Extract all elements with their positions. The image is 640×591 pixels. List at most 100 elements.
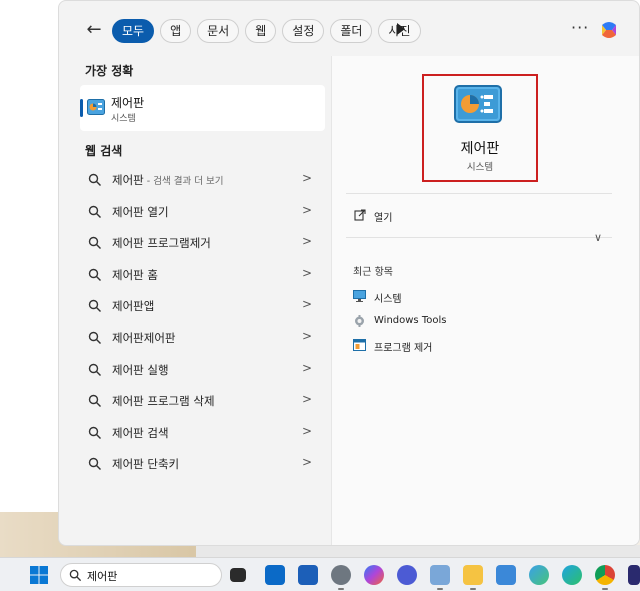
chevron-right-icon: > (302, 423, 313, 438)
running-indicator (338, 588, 344, 590)
search-icon (88, 205, 101, 218)
copilot-icon[interactable] (364, 565, 384, 585)
search-icon (88, 426, 101, 439)
web-search-list: 제어판 - 검색 결과 더 보기 > 제어판 열기 > 제어판 프로그램제거 >… (80, 164, 325, 480)
tab-folders[interactable]: 폴더 (330, 19, 373, 43)
best-match-item[interactable]: 제어판 시스템 (80, 85, 325, 131)
list-item[interactable]: 제어판 - 검색 결과 더 보기 > (80, 164, 325, 196)
best-match-heading: 가장 정확 (85, 64, 134, 78)
open-external-icon (354, 209, 366, 221)
detail-pane: 제어판 시스템 열기 ∨ 최근 항목 시스템 Windows Tools 프로그… (331, 56, 639, 545)
windows-tools-icon (355, 315, 364, 327)
tab-settings[interactable]: 설정 (282, 19, 325, 43)
list-item[interactable]: 제어판앱 > (80, 290, 325, 322)
edge-icon[interactable] (562, 565, 582, 585)
task-view-icon[interactable] (230, 568, 246, 582)
list-item[interactable]: 제어판 실행 > (80, 354, 325, 386)
tab-documents[interactable]: 문서 (197, 19, 240, 43)
web-search-label: 제어판 단축키 (112, 457, 180, 472)
search-icon (69, 569, 82, 582)
web-search-label: 제어판 열기 (112, 204, 169, 219)
chevron-down-icon[interactable]: ∨ (594, 231, 602, 244)
web-search-label: 제어판 프로그램제거 (112, 236, 211, 251)
running-indicator (470, 588, 476, 590)
list-item[interactable]: 제어판 프로그램 삭제 > (80, 385, 325, 417)
web-search-label: 제어판 검색 (112, 425, 169, 440)
taskbar-search-box[interactable]: 제어판 (60, 563, 222, 587)
recent-heading: 최근 항목 (353, 267, 393, 278)
results-list: 가장 정확 제어판 시스템 웹 검색 제어판 - 검색 결과 더 보기 > 제어… (59, 56, 331, 545)
paint-icon[interactable] (529, 565, 549, 585)
chevron-right-icon: > (302, 297, 313, 312)
control-panel-icon (454, 85, 502, 123)
chevron-right-icon: > (302, 171, 313, 185)
back-arrow-icon[interactable]: ← (83, 19, 105, 41)
notes-icon[interactable] (496, 565, 516, 585)
tab-apps[interactable]: 앱 (160, 19, 192, 43)
tab-web[interactable]: 웹 (245, 19, 277, 43)
search-icon (88, 458, 101, 471)
search-filter-bar: ← 모두 앱 문서 웹 설정 폴더 사진 ··· (59, 1, 639, 56)
chevron-right-icon: > (302, 455, 313, 470)
highlighted-app-card[interactable]: 제어판 시스템 (422, 74, 538, 182)
settings-icon[interactable] (331, 565, 351, 585)
more-filters-arrow-icon[interactable] (397, 23, 405, 35)
more-options-icon[interactable]: ··· (571, 18, 589, 37)
search-icon (88, 173, 101, 186)
chevron-right-icon: > (302, 328, 313, 343)
search-icon (88, 394, 101, 408)
search-icon (88, 268, 101, 281)
taskbar-search-query: 제어판 (87, 570, 118, 583)
control-panel-icon (87, 99, 105, 115)
notepad-icon[interactable] (430, 565, 450, 585)
chevron-right-icon: > (302, 360, 313, 375)
best-match-subtitle: 시스템 (111, 114, 136, 124)
chevron-right-icon: > (302, 392, 313, 407)
taskbar: 제어판 (0, 557, 640, 591)
search-icon (88, 363, 101, 376)
running-indicator (602, 588, 608, 590)
filter-tabs: 모두 앱 문서 웹 설정 폴더 사진 (112, 19, 421, 43)
camera-icon[interactable] (397, 565, 417, 585)
web-search-label: 제어판 실행 (112, 362, 169, 377)
web-search-label: 제어판 프로그램 삭제 (112, 394, 215, 409)
web-search-label: 제어판앱 (112, 299, 155, 314)
start-search-panel: ← 모두 앱 문서 웹 설정 폴더 사진 ··· 가장 정확 제어판 시스템 웹… (58, 0, 640, 546)
chevron-right-icon: > (302, 202, 313, 217)
best-match-name: 제어판 (111, 96, 145, 110)
recent-item-label: Windows Tools (374, 315, 447, 326)
list-item[interactable]: 제어판 프로그램제거 > (80, 227, 325, 259)
detail-app-subtitle: 시스템 (466, 162, 494, 173)
search-icon (88, 236, 101, 250)
running-indicator (437, 588, 443, 590)
web-search-label: 제어판 홈 (112, 267, 158, 282)
windows-start-icon[interactable] (30, 566, 48, 584)
store-icon[interactable] (298, 565, 318, 585)
divider (346, 237, 612, 238)
tab-all[interactable]: 모두 (112, 19, 155, 43)
list-item[interactable]: 제어판 검색 > (80, 417, 325, 449)
desktop-area (196, 545, 640, 557)
detail-app-name: 제어판 (460, 141, 500, 157)
list-item[interactable]: 제어판 열기 > (80, 196, 325, 228)
search-icon (88, 331, 101, 344)
web-search-label: 제어판제어판 (112, 330, 176, 345)
chrome-icon[interactable] (595, 565, 615, 585)
copilot-icon[interactable] (598, 19, 620, 41)
open-label: 열기 (374, 213, 393, 224)
uninstall-program-icon (353, 339, 366, 351)
web-search-hint: - 검색 결과 더 보기 (143, 176, 224, 187)
chevron-right-icon: > (302, 234, 313, 249)
selection-indicator (80, 99, 83, 117)
list-item[interactable]: 제어판 단축키 > (80, 448, 325, 480)
search-icon (88, 300, 101, 313)
recent-item-label: 시스템 (374, 294, 402, 305)
system-icon (353, 290, 366, 302)
list-item[interactable]: 제어판 홈 > (80, 259, 325, 291)
powershell-icon[interactable] (628, 565, 640, 585)
outlook-icon[interactable] (265, 565, 285, 585)
web-search-label: 제어판 - 검색 결과 더 보기 (112, 173, 224, 187)
file-explorer-icon[interactable] (463, 565, 483, 585)
web-search-heading: 웹 검색 (85, 144, 123, 158)
list-item[interactable]: 제어판제어판 > (80, 322, 325, 354)
